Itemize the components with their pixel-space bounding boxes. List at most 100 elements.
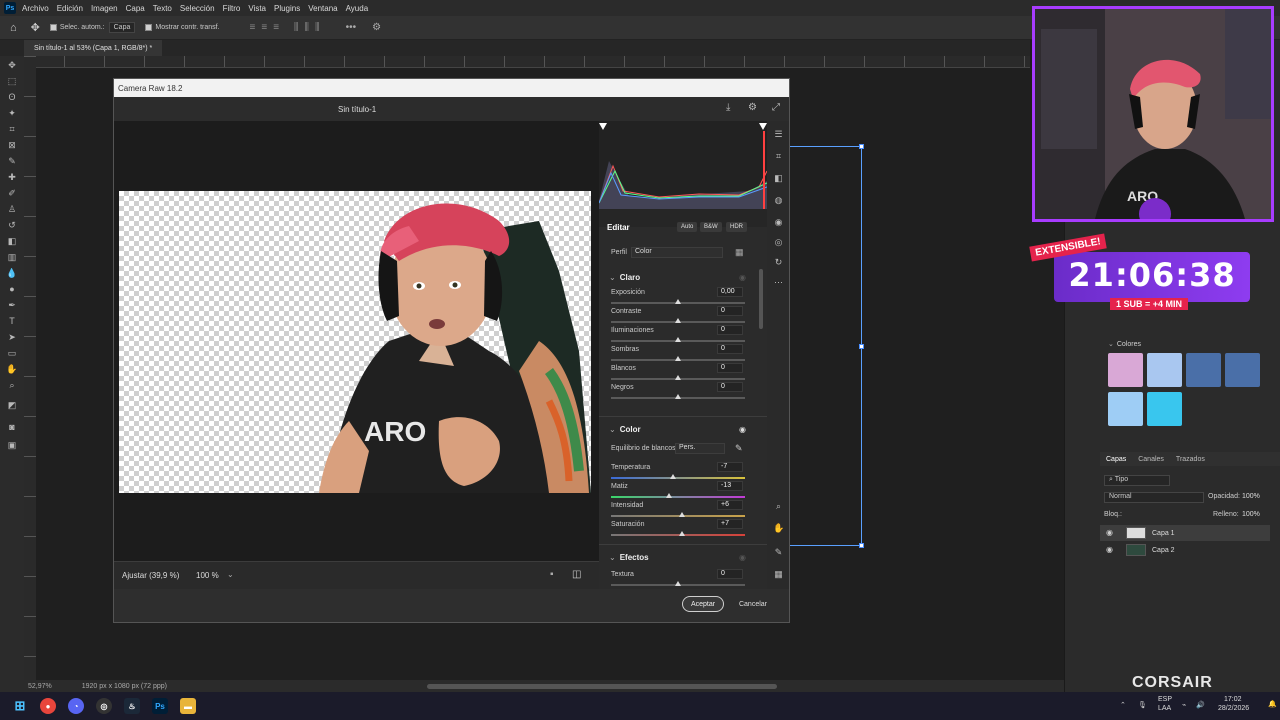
single-view-icon[interactable]: ▪	[550, 569, 554, 580]
region-code[interactable]: LAA	[1158, 705, 1171, 712]
windows-start-icon[interactable]: ⊞	[12, 698, 28, 714]
crop-tool-icon[interactable]: ⌗	[6, 124, 18, 135]
eyedropper-icon[interactable]: ✎	[773, 547, 784, 558]
layer-name[interactable]: Capa 2	[1152, 547, 1175, 554]
menu-plugins[interactable]: Plugins	[274, 4, 300, 13]
slider-value-input[interactable]: 0	[717, 382, 743, 392]
layer-filter-dropdown[interactable]: ⌕ Tipo	[1104, 475, 1170, 486]
edit-sliders-icon[interactable]: ☰	[773, 129, 784, 140]
menu-seleccion[interactable]: Selección	[180, 4, 215, 13]
zoom-level[interactable]: 52,97%	[28, 683, 52, 690]
blend-mode-dropdown[interactable]: Normal	[1104, 492, 1204, 503]
discord-icon[interactable]: ◔	[68, 698, 84, 714]
slider-thumb[interactable]	[675, 337, 681, 342]
slider-value-input[interactable]: +6	[717, 500, 743, 510]
tab-canales[interactable]: Canales	[1138, 456, 1164, 463]
rectangle-tool-icon[interactable]: ▭	[6, 348, 18, 359]
horizontal-scrollbar[interactable]	[426, 683, 777, 689]
slider-value-input[interactable]: 0	[717, 363, 743, 373]
chevron-down-icon[interactable]: ⌄	[1108, 341, 1114, 348]
fullscreen-icon[interactable]: ⤢	[772, 102, 780, 113]
menu-imagen[interactable]: Imagen	[91, 4, 118, 13]
slider-track[interactable]	[611, 534, 745, 536]
hdr-button[interactable]: HDR	[726, 222, 747, 232]
save-icon[interactable]: ⤓	[726, 102, 730, 113]
menu-vista[interactable]: Vista	[248, 4, 266, 13]
eraser-tool-icon[interactable]: ◧	[6, 236, 18, 247]
color-swatch[interactable]	[1225, 353, 1260, 387]
gear-icon[interactable]: ⚙	[748, 102, 757, 113]
opacity-value[interactable]: 100%	[1242, 493, 1260, 500]
slider-value-input[interactable]: -13	[717, 481, 743, 491]
crop-icon[interactable]: ⌗	[773, 151, 784, 162]
hand-icon[interactable]: ✋	[773, 523, 784, 534]
chrome-icon[interactable]: ●	[40, 698, 56, 714]
menu-texto[interactable]: Texto	[153, 4, 172, 13]
slider-thumb[interactable]	[675, 299, 681, 304]
slider-value-input[interactable]: 0,00	[717, 287, 743, 297]
eye-icon[interactable]: ◉	[1106, 546, 1114, 554]
slider-value-input[interactable]: 0	[717, 344, 743, 354]
color-swatch[interactable]	[1108, 392, 1143, 426]
notifications-icon[interactable]: 🔔	[1268, 700, 1277, 708]
eraser-icon[interactable]: ◧	[773, 173, 784, 184]
blur-tool-icon[interactable]: 💧	[6, 268, 18, 279]
auto-button[interactable]: Auto	[677, 222, 698, 232]
eye-icon[interactable]: ◉	[739, 425, 746, 434]
quick-mask-icon[interactable]: ◙	[6, 422, 18, 433]
layer-row[interactable]: ◉ Capa 1	[1100, 525, 1270, 541]
clock-time[interactable]: 17:02	[1224, 696, 1242, 703]
section-effects[interactable]: ⌄ Efectos	[609, 553, 649, 562]
gradient-tool-icon[interactable]: ▥	[6, 252, 18, 263]
color-swatch[interactable]	[1186, 353, 1221, 387]
volume-icon[interactable]: 🔊	[1196, 701, 1205, 709]
move-tool-icon[interactable]: ✥	[31, 21, 40, 34]
section-light[interactable]: ⌄ Claro	[609, 273, 640, 282]
accept-button[interactable]: Aceptar	[682, 596, 724, 612]
layer-row[interactable]: ◉ Capa 2	[1100, 542, 1270, 558]
brush-tool-icon[interactable]: ✐	[6, 188, 18, 199]
presets-icon[interactable]: ◎	[773, 237, 784, 248]
show-transform-option[interactable]: Mostrar contr. transf.	[145, 24, 220, 31]
home-icon[interactable]: ⌂	[10, 22, 17, 34]
steam-icon[interactable]: ♨	[124, 698, 140, 714]
auto-select-checkbox[interactable]	[49, 24, 57, 31]
menu-ayuda[interactable]: Ayuda	[346, 4, 369, 13]
auto-select-option[interactable]: Selec. autom.: Capa	[49, 22, 136, 33]
slider-track[interactable]	[611, 496, 745, 498]
slider-value-input[interactable]: 0	[717, 306, 743, 316]
foreground-color-icon[interactable]: ◩	[6, 400, 18, 411]
settings-gear-icon[interactable]: ⚙	[372, 22, 381, 33]
microphone-icon[interactable]: 🎙	[1138, 701, 1147, 709]
slider-thumb[interactable]	[675, 318, 681, 323]
white-balance-dropdown[interactable]: Pers.	[675, 443, 725, 454]
document-tab[interactable]: Sin título-1 al 53% (Capa 1, RGB/8*) *	[24, 40, 163, 56]
bw-button[interactable]: B&W	[700, 222, 722, 232]
eye-icon[interactable]: ◉	[739, 273, 746, 282]
menu-ventana[interactable]: Ventana	[308, 4, 337, 13]
show-transform-checkbox[interactable]	[145, 24, 153, 31]
chevron-up-icon[interactable]: ⌃	[1120, 701, 1126, 709]
photoshop-logo-icon[interactable]: Ps	[4, 2, 16, 14]
magic-wand-icon[interactable]: ✦	[6, 108, 18, 119]
color-swatch[interactable]	[1147, 392, 1182, 426]
snapshots-icon[interactable]: ↻	[773, 257, 784, 268]
photoshop-taskbar-icon[interactable]: Ps	[152, 698, 168, 714]
eye-icon[interactable]: ◉	[739, 553, 746, 562]
dodge-tool-icon[interactable]: ●	[6, 284, 18, 295]
menu-edicion[interactable]: Edición	[57, 4, 83, 13]
frame-tool-icon[interactable]: ⊠	[6, 140, 18, 151]
eyedropper-icon[interactable]: ✎	[6, 156, 18, 167]
panel-scrollbar[interactable]	[759, 269, 763, 329]
before-after-icon[interactable]: ◫	[572, 569, 581, 580]
screen-mode-icon[interactable]: ▣	[6, 440, 18, 451]
menu-capa[interactable]: Capa	[126, 4, 145, 13]
lasso-tool-icon[interactable]: ʘ	[6, 92, 18, 103]
masking-icon[interactable]: ◍	[773, 195, 784, 206]
align-icons[interactable]: ≡≡≡ ⫼⫼⫼	[250, 22, 326, 33]
color-swatch[interactable]	[1147, 353, 1182, 387]
slider-value-input[interactable]: -7	[717, 462, 743, 472]
marquee-tool-icon[interactable]: ⬚	[6, 76, 18, 87]
transform-handle[interactable]	[859, 144, 864, 149]
network-icon[interactable]: ⌁	[1182, 701, 1186, 709]
